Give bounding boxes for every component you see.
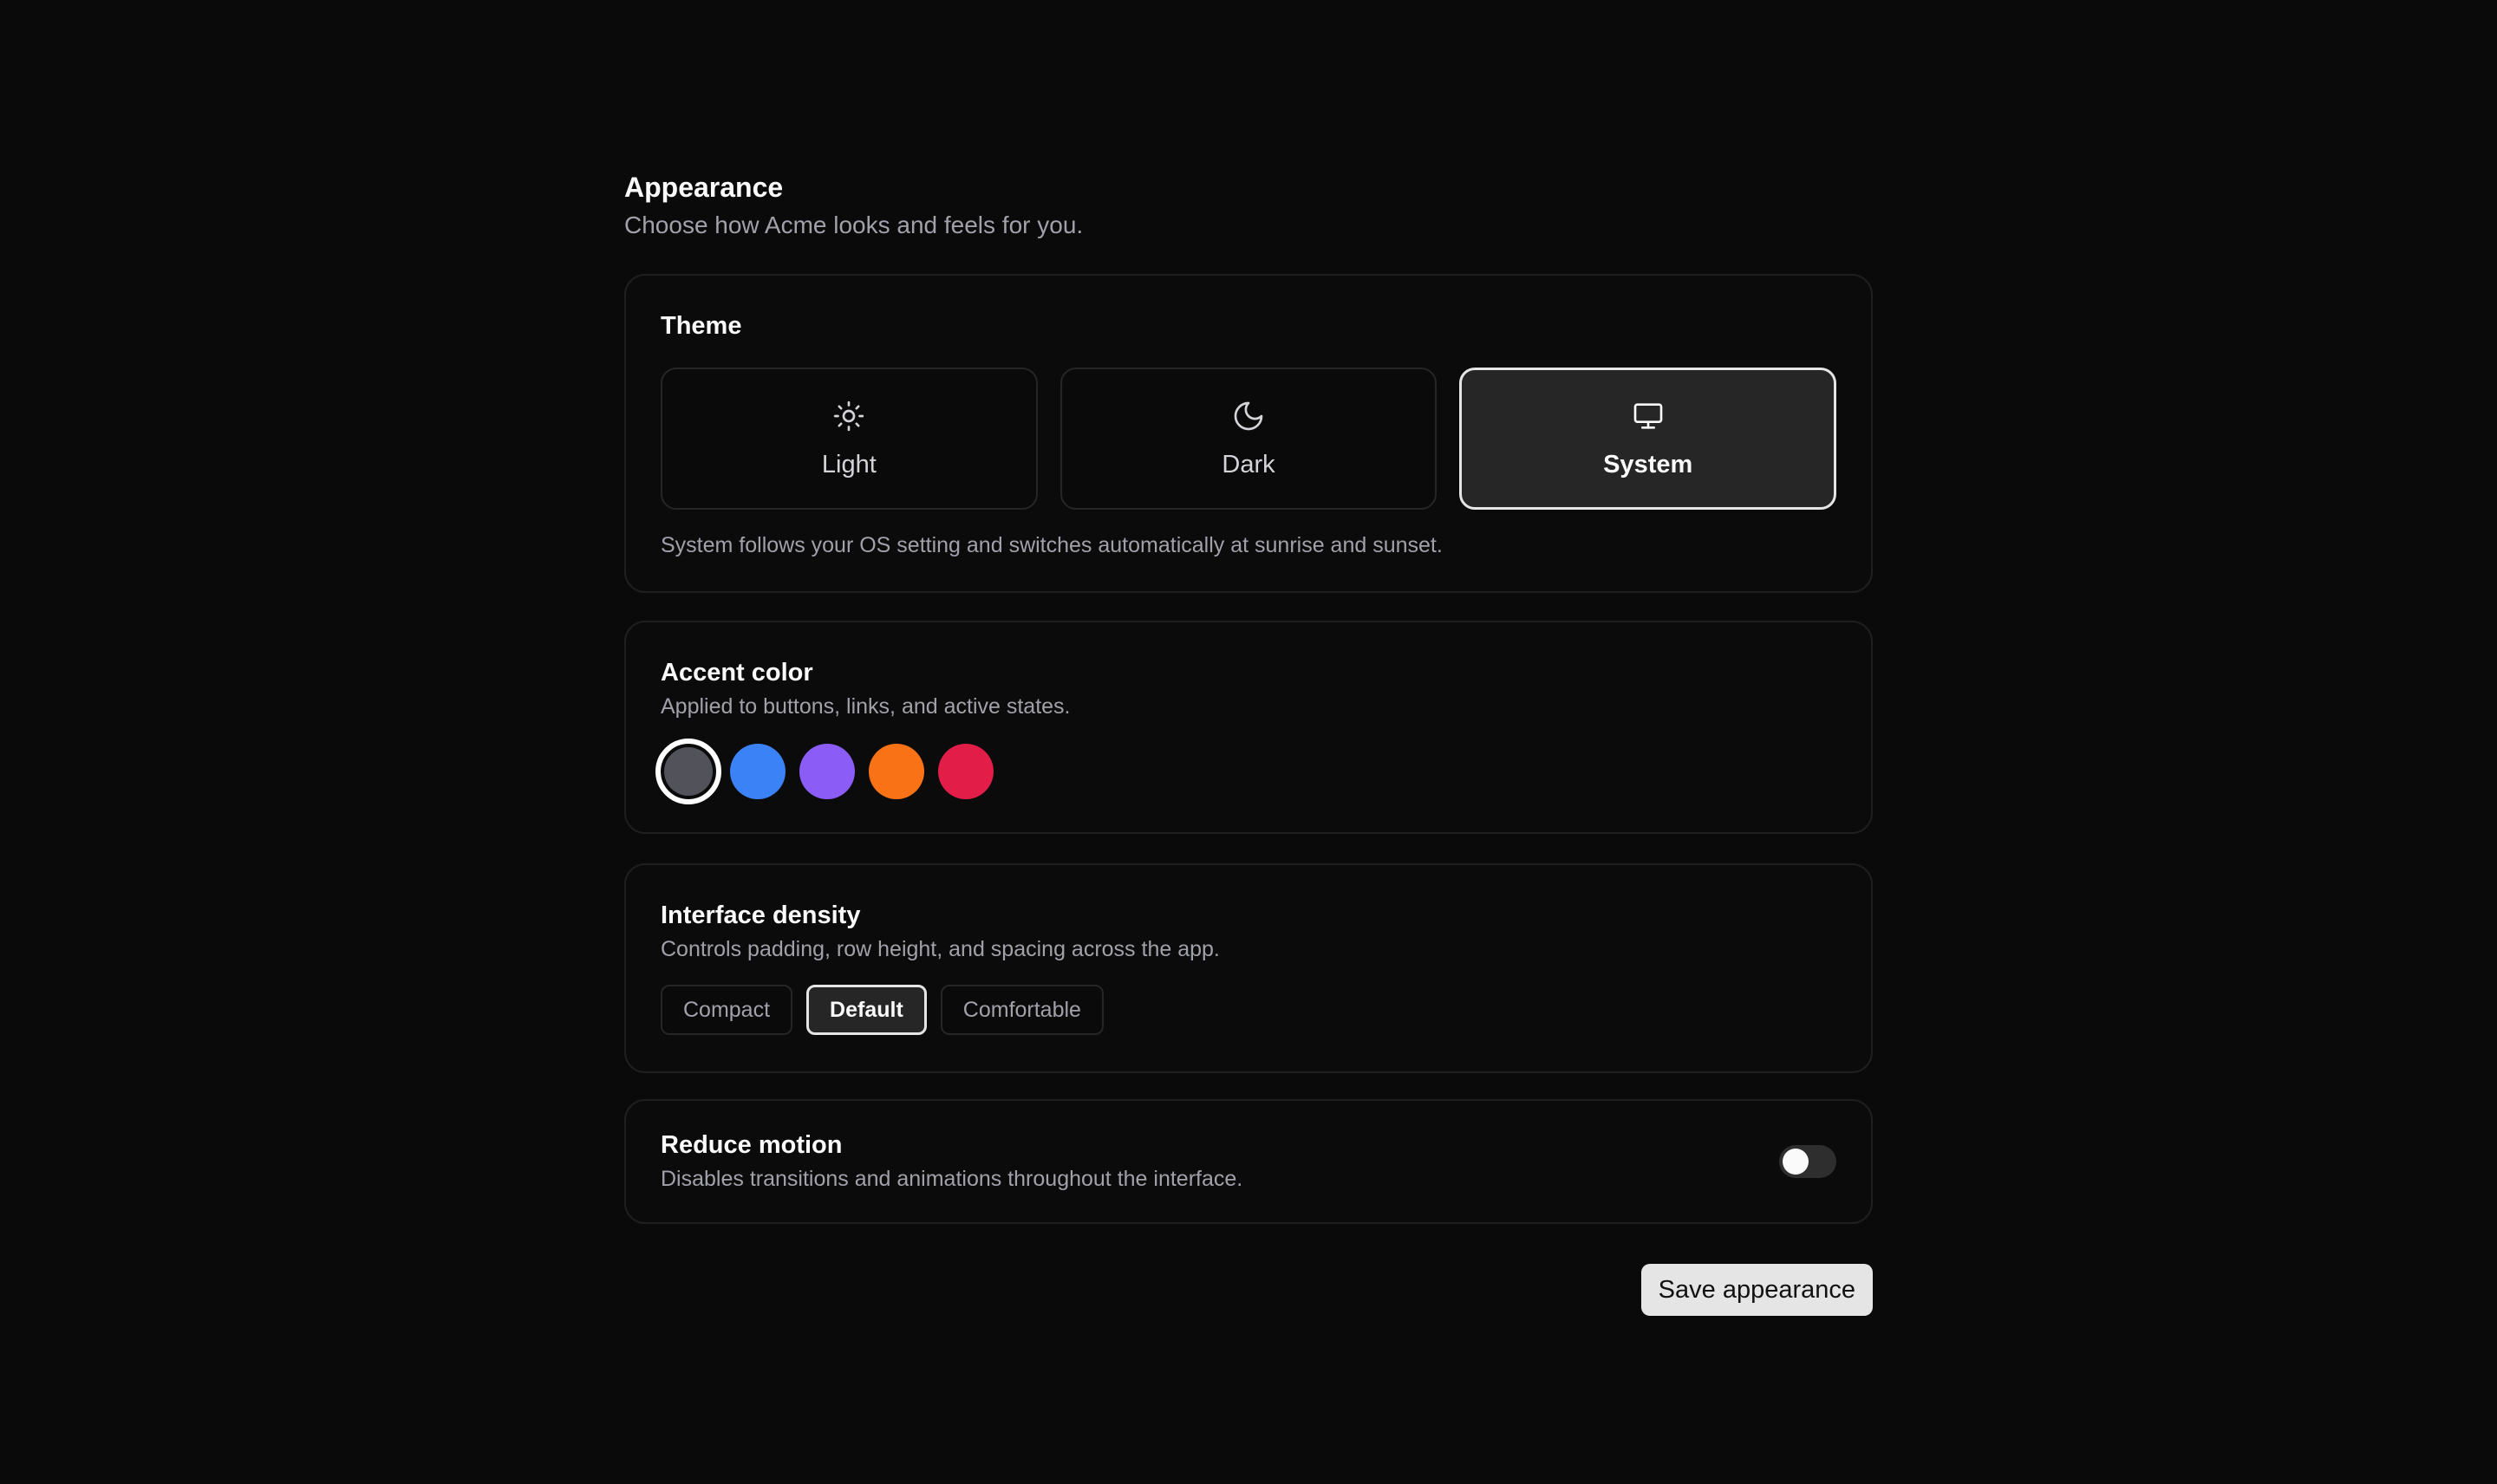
reduce-motion-toggle[interactable]: [1779, 1145, 1836, 1178]
appearance-settings: Appearance Choose how Acme looks and fee…: [624, 170, 1873, 1316]
accent-color-card: Accent color Applied to buttons, links, …: [624, 621, 1873, 834]
density-option-default[interactable]: Default: [806, 985, 927, 1035]
theme-option-dark[interactable]: Dark: [1059, 368, 1438, 510]
theme-option-light[interactable]: Light: [661, 368, 1038, 510]
toggle-knob: [1783, 1149, 1809, 1175]
theme-options: Light Dark System: [661, 368, 1837, 510]
accent-swatch-red[interactable]: [938, 744, 994, 799]
density-option-compact[interactable]: Compact: [661, 985, 793, 1035]
theme-option-label: Dark: [1222, 450, 1275, 478]
theme-card: Theme Light Dark System System follows y…: [624, 274, 1873, 593]
accent-swatch-purple[interactable]: [799, 744, 855, 799]
accent-swatches: [655, 739, 1836, 804]
save-row: Save appearance: [1640, 1264, 1873, 1316]
interface-density-description: Controls padding, row height, and spacin…: [661, 937, 1220, 961]
page-title: Appearance: [624, 172, 784, 203]
accent-swatch-orange[interactable]: [869, 744, 924, 799]
accent-swatch-gray[interactable]: [655, 739, 721, 804]
theme-option-label: Light: [821, 450, 877, 478]
reduce-motion-card: Reduce motion Disables transitions and a…: [624, 1099, 1873, 1224]
save-appearance-button[interactable]: Save appearance: [1640, 1264, 1873, 1316]
accent-color-title: Accent color: [661, 659, 813, 687]
density-option-comfortable[interactable]: Comfortable: [940, 985, 1104, 1035]
interface-density-title: Interface density: [661, 901, 861, 929]
theme-title: Theme: [661, 312, 742, 340]
density-options: Compact Default Comfortable: [661, 985, 1836, 1035]
page-subtitle: Choose how Acme looks and feels for you.: [624, 212, 1084, 238]
accent-color-description: Applied to buttons, links, and active st…: [661, 694, 1071, 719]
theme-note: System follows your OS setting and switc…: [661, 533, 1443, 557]
theme-option-system[interactable]: System: [1459, 368, 1837, 510]
accent-swatch-blue[interactable]: [730, 744, 786, 799]
monitor-icon: [1631, 399, 1666, 438]
reduce-motion-description: Disables transitions and animations thro…: [661, 1167, 1243, 1191]
sun-icon: [831, 399, 866, 438]
theme-option-label: System: [1603, 450, 1693, 478]
moon-icon: [1231, 399, 1266, 438]
reduce-motion-title: Reduce motion: [661, 1131, 843, 1159]
reduce-motion-text: Reduce motion Disables transitions and a…: [661, 1129, 1242, 1194]
interface-density-card: Interface density Controls padding, row …: [624, 863, 1873, 1073]
